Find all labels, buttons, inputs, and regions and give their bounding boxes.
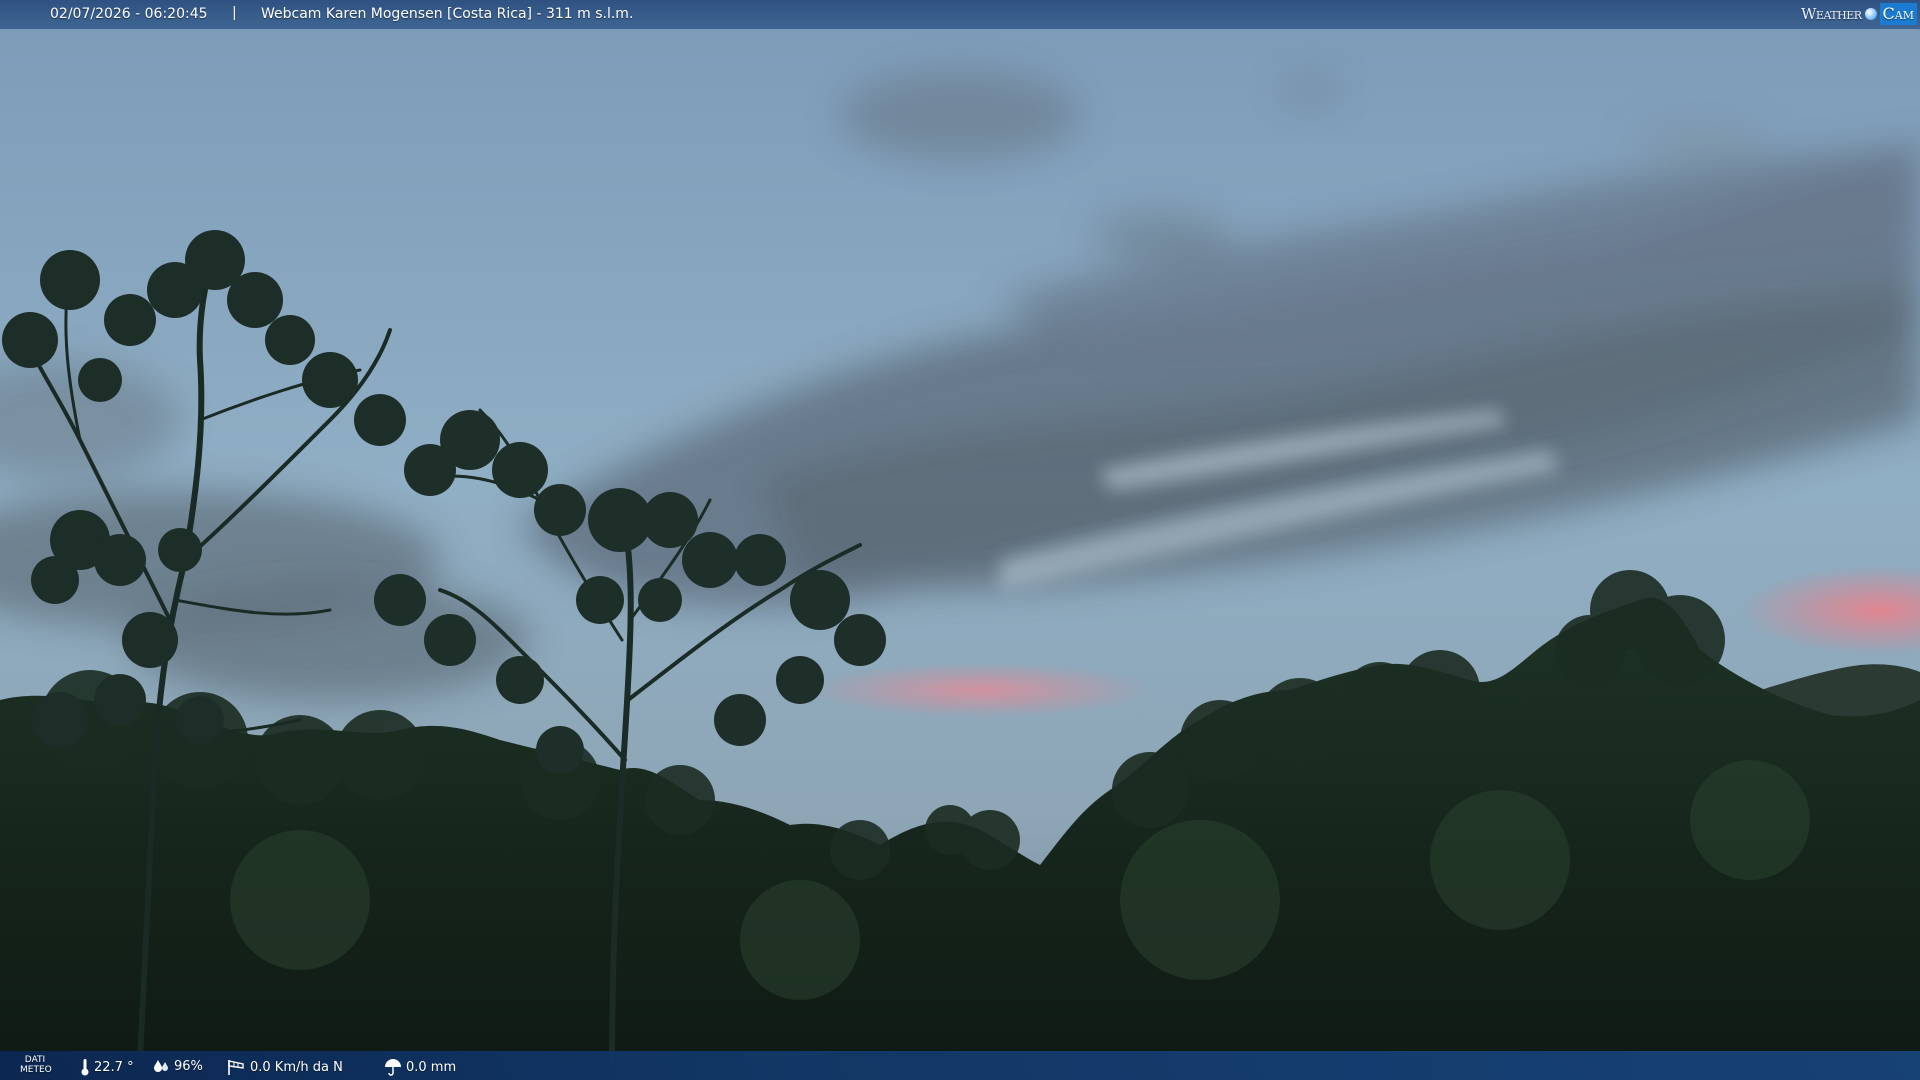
temperature-readout: 22.7 °: [80, 1058, 134, 1076]
weather-data-label-line1: DATI: [24, 1055, 46, 1065]
humidity-value: 96%: [174, 1058, 203, 1074]
rain-value: 0.0 mm: [406, 1059, 457, 1075]
droplets-icon: [152, 1058, 170, 1074]
webcam-info-bar: 02/07/2026 - 06:20:45 | Webcam Karen Mog…: [0, 0, 1920, 29]
webcam-frame: 02/07/2026 - 06:20:45 | Webcam Karen Mog…: [0, 0, 1920, 1080]
weather-data-label-line2: METEO: [20, 1065, 52, 1075]
wind-sock-icon: [226, 1058, 246, 1076]
weather-data-label: DATI METEO: [20, 1055, 52, 1075]
wind-value: 0.0 Km/h da N: [250, 1059, 343, 1075]
webcam-location: Webcam Karen Mogensen [Costa Rica] - 311…: [261, 6, 634, 22]
temperature-value: 22.7 °: [94, 1059, 134, 1075]
weathercam-logo: Weather Cam: [1801, 3, 1917, 25]
thermometer-icon: [80, 1058, 90, 1076]
logo-weather-text: Weather: [1801, 5, 1862, 23]
rain-readout: 0.0 mm: [384, 1058, 456, 1076]
weather-data-bar: DATI METEO 22.7 ° 96% 0.0 Km/h da N 0.0 …: [0, 1051, 1920, 1080]
humidity-readout: 96%: [152, 1058, 203, 1074]
umbrella-icon: [384, 1058, 402, 1076]
separator: |: [232, 5, 237, 21]
logo-cam-text: Cam: [1879, 3, 1917, 25]
timestamp: 02/07/2026 - 06:20:45: [50, 6, 208, 22]
pink-glow-left: [810, 662, 1150, 718]
wind-readout: 0.0 Km/h da N: [226, 1058, 343, 1076]
webcam-scene: [0, 0, 1920, 1080]
globe-icon: [1864, 8, 1877, 20]
